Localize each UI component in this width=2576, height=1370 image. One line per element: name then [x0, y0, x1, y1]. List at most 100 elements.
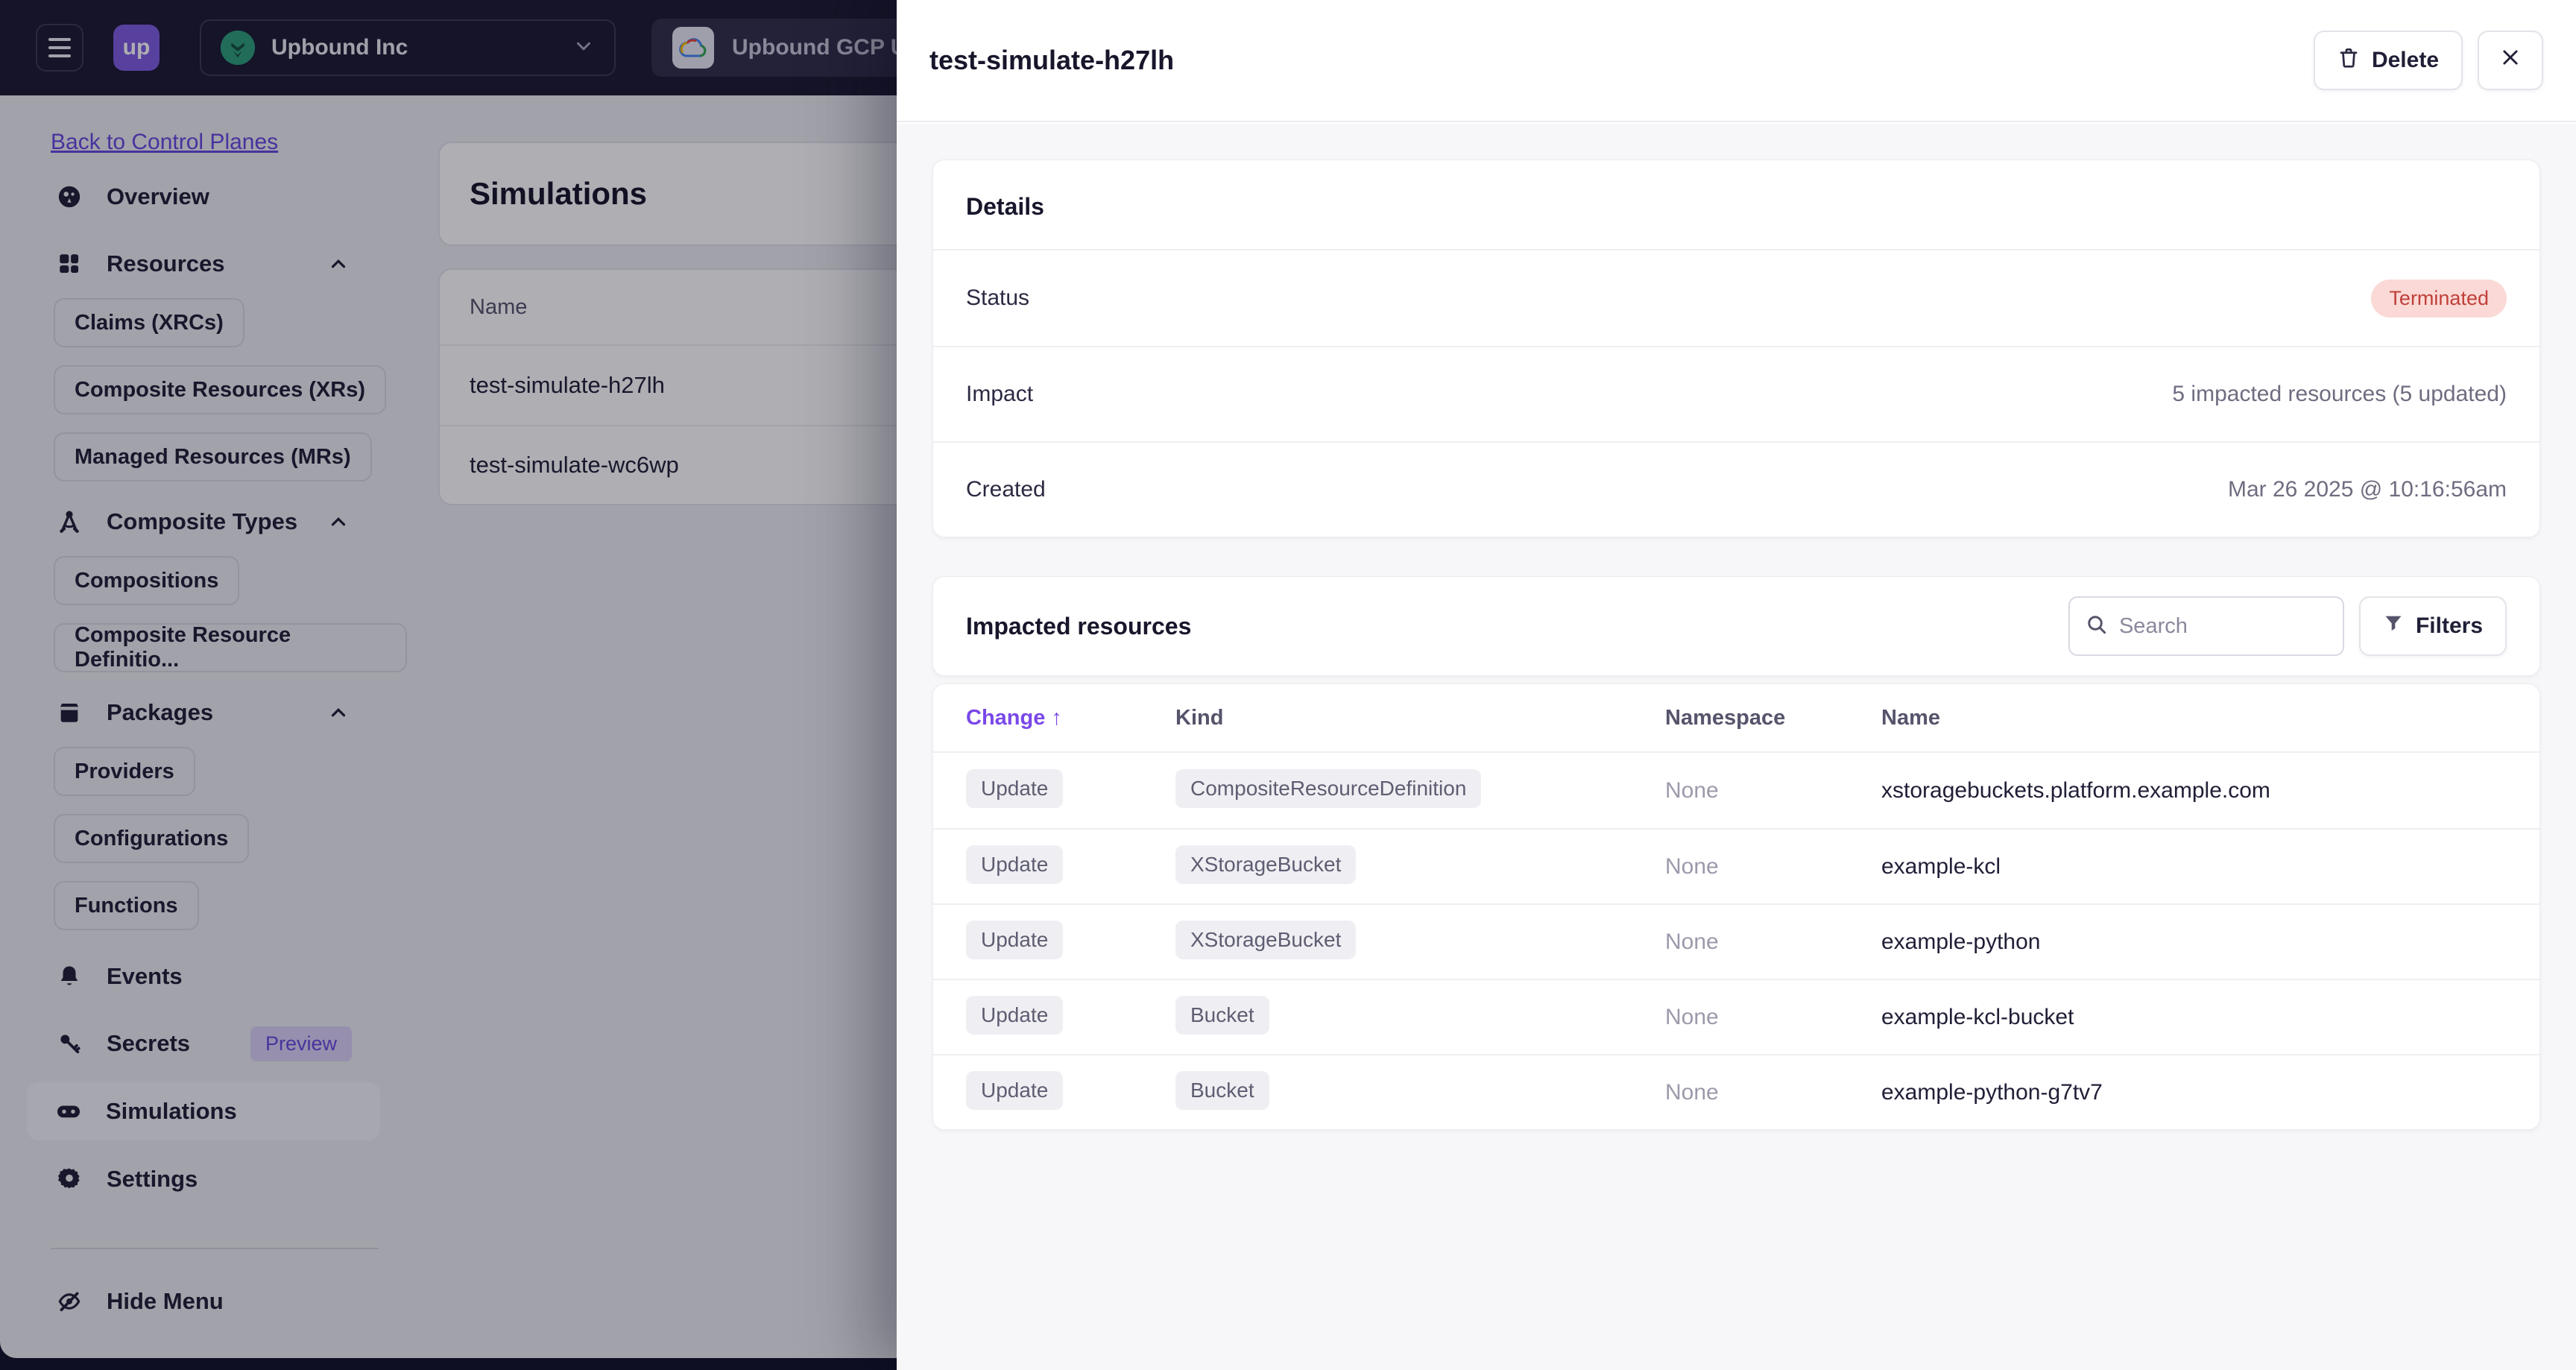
chevron-up-icon	[325, 699, 352, 726]
sidebar-item-managed-resources[interactable]: Managed Resources (MRs)	[54, 432, 372, 482]
details-heading: Details	[933, 160, 2539, 250]
namespace-cell: None	[1665, 853, 1719, 879]
hide-menu-button[interactable]: Hide Menu	[0, 1279, 407, 1324]
filters-button[interactable]: Filters	[2358, 596, 2507, 656]
impact-row: Impact 5 impacted resources (5 updated)	[933, 346, 2539, 441]
impacted-resources-table: Change ↑ Kind Namespace Name Update Comp…	[932, 684, 2540, 1130]
sidebar-section-composite-types[interactable]: Composite Types	[0, 487, 407, 556]
close-icon	[2500, 47, 2521, 74]
preview-badge: Preview	[250, 1026, 352, 1061]
kind-chip: Bucket	[1175, 996, 1269, 1035]
logo-text: up	[122, 35, 151, 60]
table-row[interactable]: Update Bucket None example-python-g7tv7	[933, 1054, 2539, 1129]
drawer-title: test-simulate-h27lh	[929, 45, 1175, 75]
table-row[interactable]: Update XStorageBucket None example-pytho…	[933, 903, 2539, 979]
org-name: Upbound Inc	[271, 35, 408, 60]
drawer-header: test-simulate-h27lh Delete	[897, 0, 2576, 122]
filters-button-label: Filters	[2415, 613, 2483, 638]
simulations-icon	[55, 1098, 82, 1125]
sidebar-item-composite-resource-definitions[interactable]: Composite Resource Definitio...	[54, 623, 407, 672]
chevron-up-icon	[325, 250, 352, 277]
overview-icon	[56, 183, 83, 210]
impacted-resources-heading: Impacted resources	[966, 612, 1192, 640]
bell-icon	[56, 963, 83, 990]
column-header-namespace[interactable]: Namespace	[1665, 706, 1881, 730]
filter-icon	[2383, 613, 2404, 640]
created-row: Created Mar 26 2025 @ 10:16:56am	[933, 441, 2539, 537]
menu-button[interactable]	[36, 24, 83, 72]
gear-icon	[56, 1166, 83, 1193]
sidebar-item-composite-resources[interactable]: Composite Resources (XRs)	[54, 365, 386, 414]
kind-chip: XStorageBucket	[1175, 845, 1357, 884]
namespace-cell: None	[1665, 929, 1719, 954]
change-chip: Update	[966, 1071, 1064, 1110]
sidebar-section-packages[interactable]: Packages	[0, 678, 407, 747]
impacted-resources-header-card: Impacted resources Filters	[932, 576, 2540, 676]
composite-types-icon	[56, 508, 83, 535]
sidebar-item-claims[interactable]: Claims (XRCs)	[54, 298, 244, 347]
org-selector[interactable]: Upbound Inc	[200, 19, 616, 76]
kind-chip: XStorageBucket	[1175, 921, 1357, 959]
sidebar-item-configurations[interactable]: Configurations	[54, 814, 250, 863]
gcp-cloud-icon	[672, 27, 714, 69]
name-cell: example-kcl	[1881, 853, 2001, 879]
namespace-cell: None	[1665, 1079, 1719, 1105]
trash-icon	[2337, 46, 2360, 75]
close-button[interactable]	[2478, 31, 2543, 90]
name-cell: example-python-g7tv7	[1881, 1079, 2103, 1105]
sidebar-item-settings[interactable]: Settings	[0, 1146, 407, 1212]
status-row: Status Terminated	[933, 250, 2539, 346]
sidebar-item-providers[interactable]: Providers	[54, 747, 195, 796]
namespace-cell: None	[1665, 1004, 1719, 1029]
impacted-table-header: Change ↑ Kind Namespace Name	[933, 684, 2539, 753]
drawer-body: Details Status Terminated Impact 5 impac…	[897, 124, 2576, 1370]
column-header-name[interactable]: Name	[1881, 706, 2507, 730]
change-chip: Update	[966, 996, 1064, 1035]
sidebar-item-simulations[interactable]: Simulations	[27, 1082, 380, 1140]
status-badge: Terminated	[2371, 279, 2507, 318]
namespace-cell: None	[1665, 777, 1719, 803]
sidebar-divider	[51, 1248, 379, 1249]
search-input[interactable]	[2118, 613, 2328, 639]
back-to-control-planes-link[interactable]: Back to Control Planes	[51, 130, 278, 155]
search-box[interactable]	[2068, 596, 2344, 656]
upbound-logo[interactable]: up	[113, 25, 160, 71]
org-avatar	[221, 31, 255, 65]
change-chip: Update	[966, 769, 1064, 808]
sidebar-item-overview[interactable]: Overview	[0, 164, 407, 230]
sort-arrow-up-icon: ↑	[1051, 705, 1062, 730]
change-chip: Update	[966, 921, 1064, 959]
simulation-detail-drawer: test-simulate-h27lh Delete Details Statu…	[897, 0, 2576, 1370]
sidebar: Back to Control Planes Overview Resource…	[0, 95, 407, 1358]
table-row[interactable]: Update CompositeResourceDefinition None …	[933, 753, 2539, 828]
search-icon	[2085, 613, 2109, 640]
impact-value: 5 impacted resources (5 updated)	[2172, 382, 2507, 406]
hamburger-icon	[48, 38, 71, 41]
packages-icon	[56, 699, 83, 726]
control-plane-tab-label: Upbound GCP U	[732, 35, 907, 60]
delete-button-label: Delete	[2371, 48, 2439, 72]
page-title: Simulations	[470, 176, 648, 211]
name-cell: xstoragebuckets.platform.example.com	[1881, 777, 2270, 803]
sidebar-item-events[interactable]: Events	[0, 944, 407, 1009]
sidebar-item-compositions[interactable]: Compositions	[54, 556, 240, 605]
created-value: Mar 26 2025 @ 10:16:56am	[2227, 477, 2507, 502]
details-card: Details Status Terminated Impact 5 impac…	[932, 160, 2540, 537]
delete-button[interactable]: Delete	[2313, 31, 2463, 90]
kind-chip: CompositeResourceDefinition	[1175, 769, 1482, 808]
change-chip: Update	[966, 845, 1064, 884]
sidebar-section-resources[interactable]: Resources	[0, 230, 407, 298]
resources-icon	[56, 250, 83, 277]
name-cell: example-python	[1881, 929, 2041, 954]
table-row[interactable]: Update Bucket None example-kcl-bucket	[933, 979, 2539, 1054]
column-header-kind[interactable]: Kind	[1175, 706, 1665, 730]
kind-chip: Bucket	[1175, 1071, 1269, 1110]
column-header-change[interactable]: Change ↑	[966, 706, 1175, 730]
sidebar-item-functions[interactable]: Functions	[54, 881, 199, 930]
key-icon	[56, 1030, 83, 1057]
chevron-down-icon	[572, 35, 595, 61]
table-row[interactable]: Update XStorageBucket None example-kcl	[933, 828, 2539, 903]
sidebar-item-secrets[interactable]: Secrets Preview	[0, 1009, 407, 1078]
name-cell: example-kcl-bucket	[1881, 1004, 2074, 1029]
eye-off-icon	[56, 1288, 83, 1315]
